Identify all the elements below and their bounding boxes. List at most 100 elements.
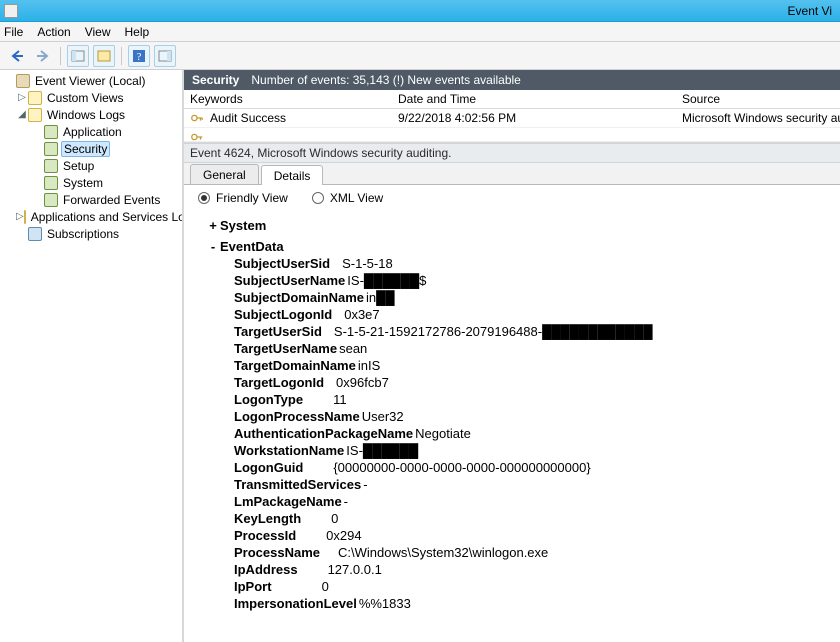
menu-action[interactable]: Action [37,25,70,39]
tree-item-icon [44,193,58,207]
eventdata-key: TargetUserName [234,340,337,357]
eventdata-row: ImpersonationLevel%%1833 [234,595,840,612]
tree-item-forwarded-events[interactable]: Forwarded Events [2,191,182,208]
title-bar: Event Vi [0,0,840,22]
tree-item-application[interactable]: Application [2,123,182,140]
eventdata-row: LogonType11 [234,391,840,408]
eventdata-key: SubjectDomainName [234,289,364,306]
view-mode-radios: Friendly View XML View [184,185,840,211]
radio-friendly-view[interactable]: Friendly View [198,191,288,205]
tree-item-icon [44,142,58,156]
eventdata-key: ImpersonationLevel [234,595,357,612]
main-pane: Security Number of events: 35,143 (!) Ne… [184,70,840,642]
minus-icon[interactable]: - [206,238,220,255]
eventdata-value: - [344,493,348,510]
detail-tabs: General Details [184,163,840,185]
event-grid[interactable]: Keywords Date and Time Source Audit Succ… [184,90,840,143]
eventdata-key: TargetDomainName [234,357,356,374]
tree-item-security[interactable]: Security [2,140,182,157]
table-row[interactable]: Audit Success 9/22/2018 4:02:56 PM Micro… [184,109,840,128]
tree-item-icon [24,210,26,224]
radio-dot-icon [198,192,210,204]
table-row[interactable] [184,128,840,142]
tree-item-icon [44,176,58,190]
tree-item-icon [28,91,42,105]
eventdata-row: IpAddress127.0.0.1 [234,561,840,578]
event-details-body: + System - EventData SubjectUserSidS-1-5… [184,211,840,642]
help-icon: ? [132,49,146,63]
eventdata-value: - [363,476,367,493]
help-button[interactable]: ? [128,45,150,67]
tree-item-label: Subscriptions [45,227,121,241]
action-pane-button[interactable] [154,45,176,67]
eventdata-key: WorkstationName [234,442,344,459]
tree-item-label: Custom Views [45,91,125,105]
system-label: System [220,217,266,234]
col-keywords[interactable]: Keywords [184,90,392,108]
eventdata-row: LmPackageName- [234,493,840,510]
grid-body: Audit Success 9/22/2018 4:02:56 PM Micro… [184,109,840,142]
eventdata-key: SubjectLogonId [234,306,332,323]
workspace: Event Viewer (Local) ▷ Custom Views◢Windo… [0,70,840,642]
tree-item-system[interactable]: System [2,174,182,191]
radio-xml-view[interactable]: XML View [312,191,383,205]
tree-item-label: Setup [61,159,96,173]
eventdata-node[interactable]: - EventData [206,238,840,255]
show-tree-button[interactable] [67,45,89,67]
eventdata-row: SubjectLogonId 0x3e7 [234,306,840,323]
eventdata-value: 0 [331,510,338,527]
tree-item-applications-and-services-lo[interactable]: ▷Applications and Services Lo [2,208,182,225]
panel-icon [158,50,172,62]
tree-item-label: Application [61,125,124,139]
tree-item-custom-views[interactable]: ▷ Custom Views [2,89,182,106]
expand-icon[interactable]: ▷ [16,211,24,222]
key-icon [190,130,204,142]
key-icon [190,111,204,125]
back-button[interactable] [6,45,28,67]
eventdata-value: S-1-5-21-1592172786-2079196488-█████████… [334,323,653,340]
filter-button[interactable] [93,45,115,67]
eventdata-key: LmPackageName [234,493,342,510]
toolbar-separator [60,47,61,65]
tree-item-icon [28,108,42,122]
eventdata-key: LogonProcessName [234,408,360,425]
system-node[interactable]: + System [206,217,840,234]
plus-icon[interactable]: + [206,217,220,234]
eventdata-row: LogonProcessNameUser32 [234,408,840,425]
col-datetime[interactable]: Date and Time [392,90,676,108]
tree-item-icon [28,227,42,241]
radio-friendly-label: Friendly View [216,191,288,205]
eventdata-row: TargetDomainNameinIS [234,357,840,374]
tree-item-subscriptions[interactable]: Subscriptions [2,225,182,242]
eventdata-key: ProcessId [234,527,296,544]
eventdata-row: KeyLength0 [234,510,840,527]
tree-item-windows-logs[interactable]: ◢Windows Logs [2,106,182,123]
eventdata-key: ProcessName [234,544,320,561]
tree-item-setup[interactable]: Setup [2,157,182,174]
eventdata-value: 0x3e7 [344,306,379,323]
menu-file[interactable]: File [4,25,23,39]
cell-keywords: Audit Success [210,111,286,125]
forward-button[interactable] [32,45,54,67]
expand-icon[interactable]: ◢ [16,109,28,120]
eventdata-value: IS-██████ [346,442,418,459]
eventdata-key: TransmittedServices [234,476,361,493]
eventdata-row: AuthenticationPackageNameNegotiate [234,425,840,442]
eventdata-key: IpPort [234,578,272,595]
tree-root[interactable]: Event Viewer (Local) [2,72,182,89]
menu-help[interactable]: Help [125,25,150,39]
eventdata-value: S-1-5-18 [342,255,393,272]
eventdata-value: in██ [366,289,395,306]
eventdata-row: TargetLogonId0x96fcb7 [234,374,840,391]
menu-view[interactable]: View [85,25,111,39]
col-source[interactable]: Source [676,90,840,108]
eventdata-value: 0x294 [326,527,361,544]
navigation-tree[interactable]: Event Viewer (Local) ▷ Custom Views◢Windo… [0,70,184,642]
eventdata-value: 0 [322,578,329,595]
eventdata-value: IS-██████$ [347,272,426,289]
tab-general[interactable]: General [190,164,259,184]
log-summary: Number of events: 35,143 (!) New events … [251,73,520,87]
expand-icon[interactable]: ▷ [16,92,28,103]
event-detail-header: Event 4624, Microsoft Windows security a… [184,143,840,163]
tab-details[interactable]: Details [261,165,324,185]
